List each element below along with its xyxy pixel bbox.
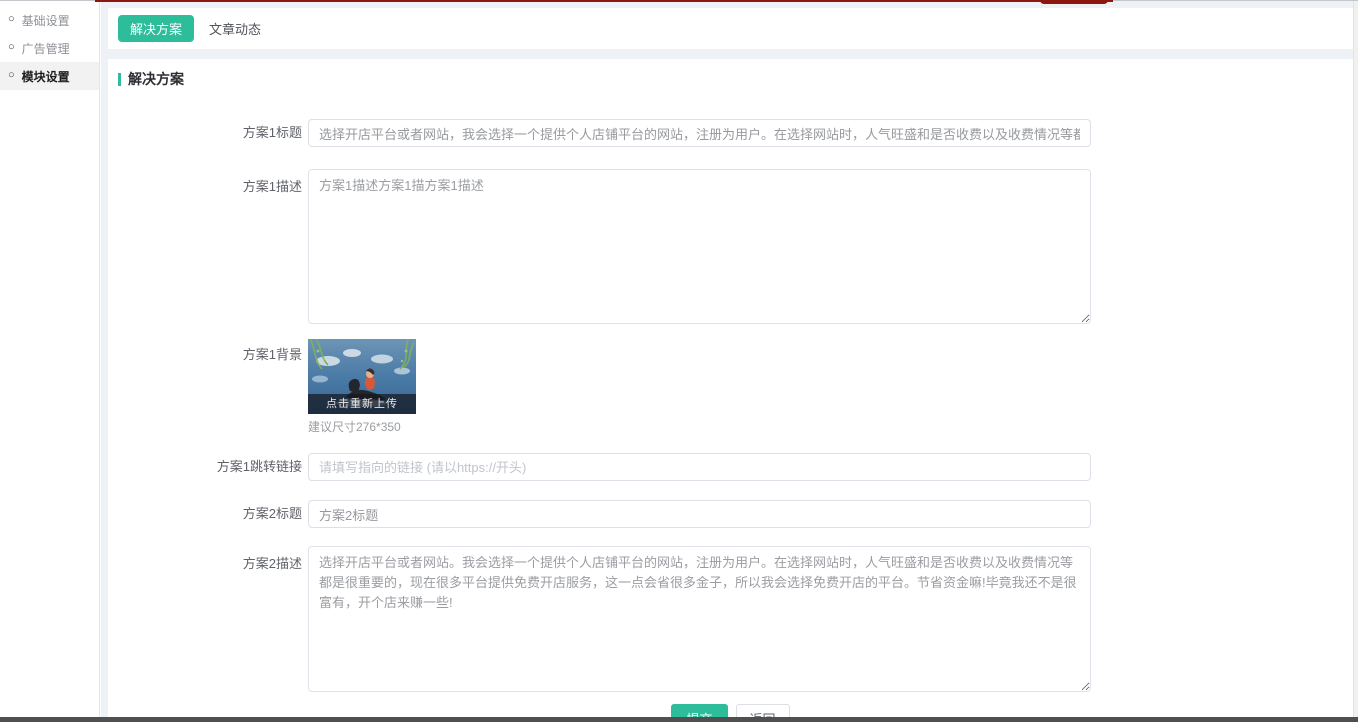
top-red-blob	[1040, 0, 1108, 4]
submit-button[interactable]: 提交	[671, 704, 727, 717]
plan2-title-row: 方案2标题	[108, 500, 1353, 528]
sidebar-item-ad-management[interactable]: ○ 广告管理	[0, 34, 99, 62]
sidebar-item-label: 广告管理	[22, 40, 70, 57]
sidebar-item-module-settings[interactable]: ○ 模块设置	[0, 62, 99, 90]
reupload-overlay-button[interactable]: 点击重新上传	[308, 394, 416, 414]
form-panel: 解决方案 方案1标题 方案1描述 方案1描述方案1描方案1描述 方案1背景	[108, 59, 1353, 717]
plan1-title-row: 方案1标题	[108, 119, 1353, 147]
plan1-title-label: 方案1标题	[108, 119, 308, 147]
plan1-link-label: 方案1跳转链接	[108, 453, 308, 481]
plan2-title-input[interactable]	[308, 500, 1091, 528]
plan1-link-input[interactable]	[308, 453, 1091, 481]
size-hint: 建议尺寸276*350	[308, 418, 416, 435]
form-footer: 提交 返回	[108, 704, 1353, 717]
plan2-desc-row: 方案2描述 选择开店平台或者网站。我会选择一个提供个人店铺平台的网站，注册为用户…	[108, 546, 1353, 692]
plan1-bg-upload[interactable]: 点击重新上传	[308, 339, 416, 414]
main-content: 解决方案 文章动态 解决方案 方案1标题 方案1描述 方案1描述方案1描方案1描…	[101, 1, 1353, 722]
page: ○ 基础设置 ○ 广告管理 ○ 模块设置 解决方案 文章动态 解决方案 方案1标…	[0, 0, 1358, 722]
plan1-bg-field: 点击重新上传 建议尺寸276*350	[308, 339, 416, 435]
sidebar-item-basic-settings[interactable]: ○ 基础设置	[0, 6, 99, 34]
top-red-line	[95, 0, 1113, 2]
sidebar: ○ 基础设置 ○ 广告管理 ○ 模块设置	[0, 1, 100, 722]
plan1-title-input[interactable]	[308, 119, 1091, 147]
plan1-bg-label: 方案1背景	[108, 339, 308, 435]
vertical-scrollbar[interactable]	[1353, 0, 1358, 722]
plan1-desc-row: 方案1描述 方案1描述方案1描方案1描述	[108, 169, 1353, 324]
plan1-desc-label: 方案1描述	[108, 169, 308, 324]
tab-bar: 解决方案 文章动态	[108, 8, 1353, 49]
section-title: 解决方案	[128, 69, 184, 89]
window-bottom-edge	[0, 717, 1358, 722]
sidebar-item-label: 模块设置	[22, 68, 70, 85]
plan1-bg-row: 方案1背景	[108, 339, 1353, 435]
plan1-link-row: 方案1跳转链接	[108, 453, 1353, 481]
radio-circle-icon: ○	[8, 14, 15, 25]
plan2-title-label: 方案2标题	[108, 500, 308, 528]
plan2-desc-label: 方案2描述	[108, 546, 308, 692]
tab-articles[interactable]: 文章动态	[209, 19, 261, 38]
plan2-desc-textarea[interactable]: 选择开店平台或者网站。我会选择一个提供个人店铺平台的网站，注册为用户。在选择网站…	[308, 546, 1091, 692]
radio-circle-icon: ○	[8, 42, 15, 53]
sidebar-item-label: 基础设置	[22, 12, 70, 29]
tab-solutions[interactable]: 解决方案	[118, 15, 194, 42]
section-header: 解决方案	[108, 59, 1353, 89]
radio-circle-icon: ○	[8, 70, 15, 81]
back-button[interactable]: 返回	[736, 704, 790, 717]
section-accent-bar	[118, 73, 121, 86]
plan1-desc-textarea[interactable]: 方案1描述方案1描方案1描述	[308, 169, 1091, 324]
